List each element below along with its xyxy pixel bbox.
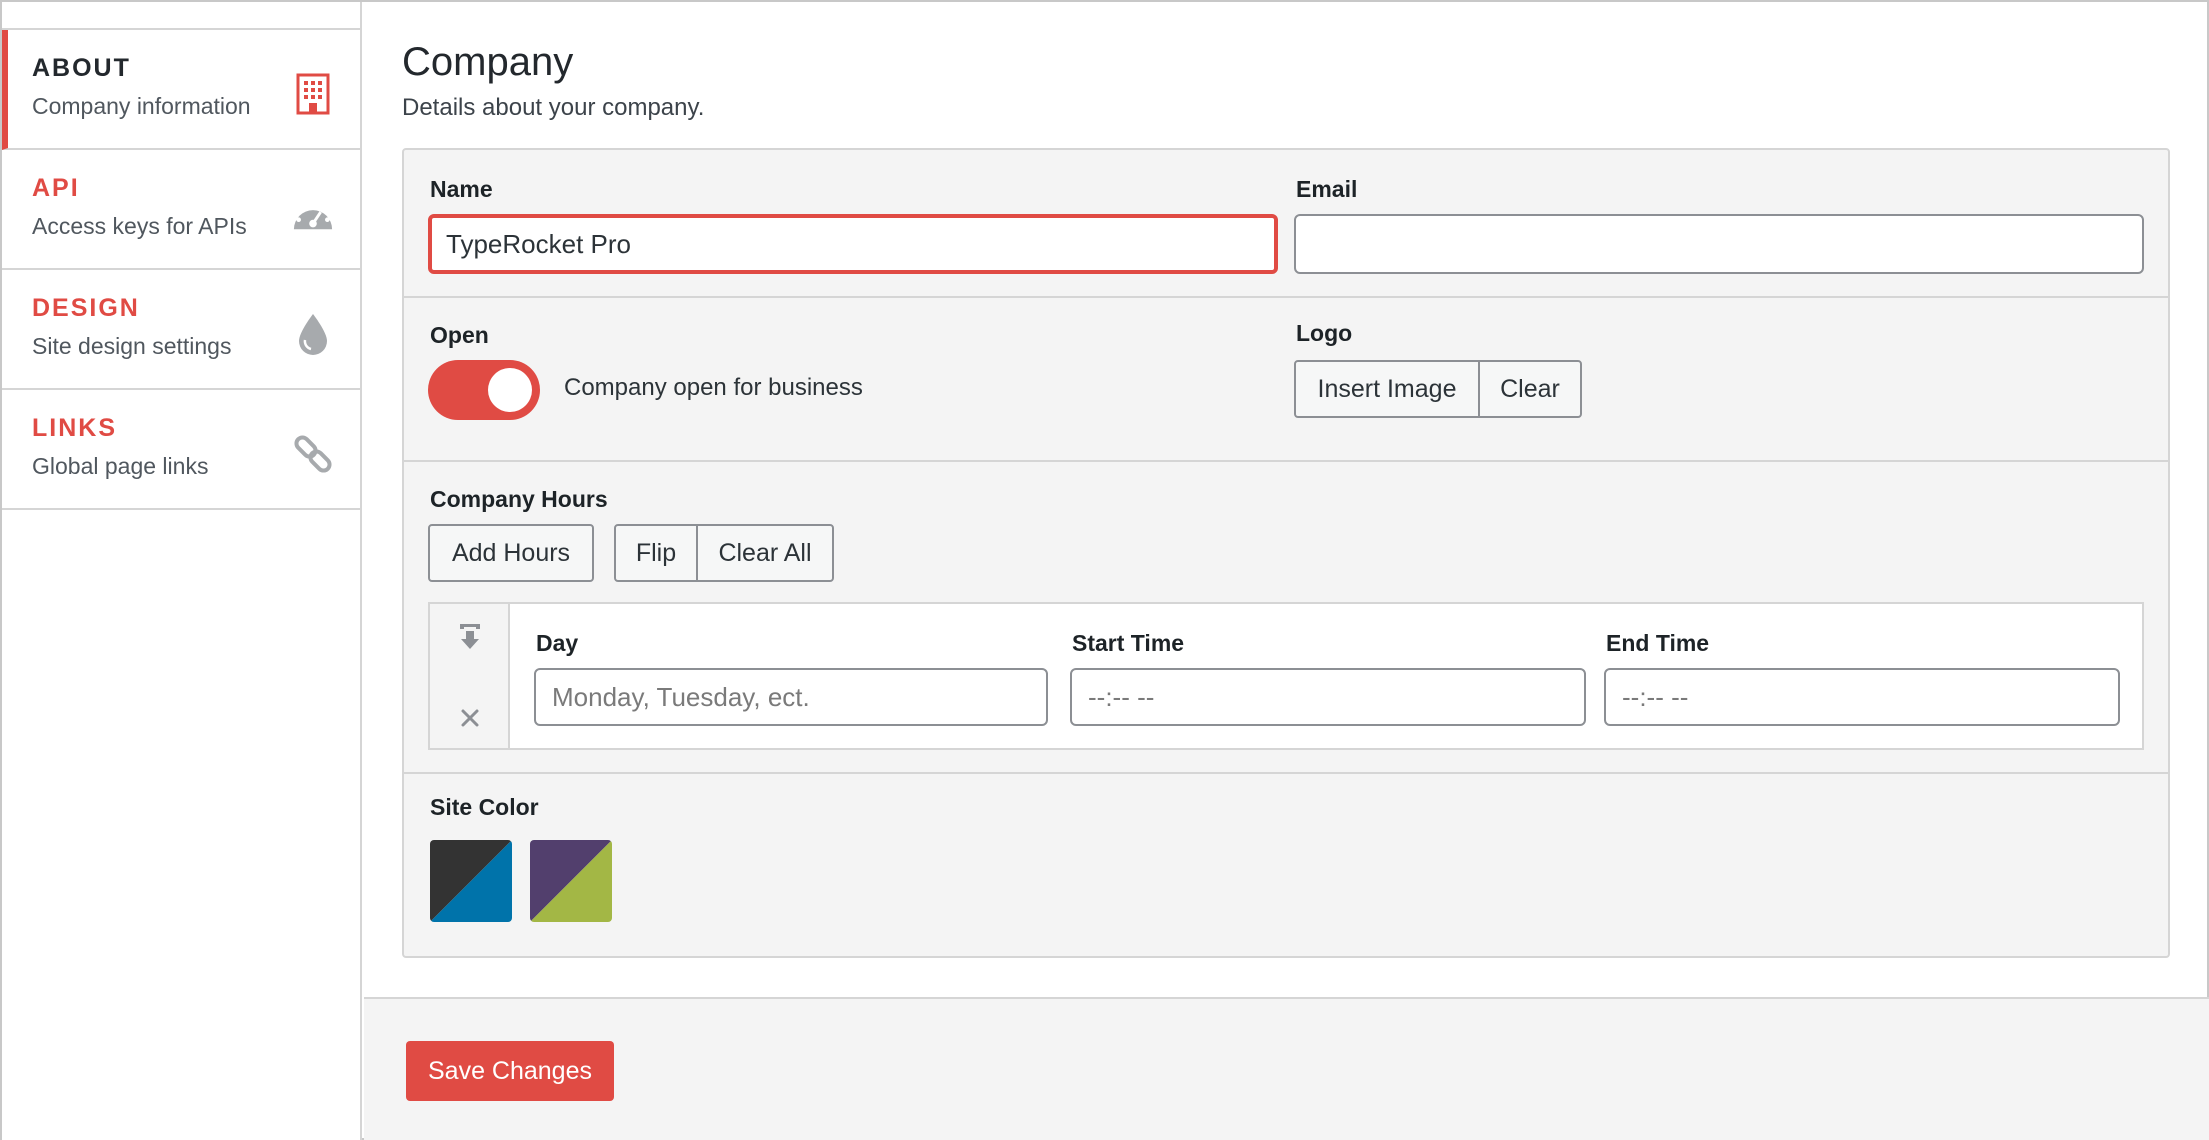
color-swatch-purple-green[interactable] bbox=[530, 840, 612, 922]
toggle-knob bbox=[488, 368, 532, 412]
clear-logo-button[interactable]: Clear bbox=[1478, 360, 1582, 418]
sidebar-item-api[interactable]: API Access keys for APIs bbox=[2, 150, 360, 270]
end-time-label: End Time bbox=[1606, 630, 1710, 656]
repeater-row-controls bbox=[430, 604, 510, 748]
save-changes-button[interactable]: Save Changes bbox=[406, 1041, 614, 1101]
building-icon bbox=[292, 72, 334, 116]
name-email-section: Name Email bbox=[404, 150, 2168, 298]
sidebar-item-design[interactable]: DESIGN Site design settings bbox=[2, 270, 360, 390]
day-input[interactable] bbox=[534, 668, 1048, 726]
flip-button[interactable]: Flip bbox=[614, 524, 698, 582]
hours-repeater-row: Day Start Time End Time bbox=[428, 602, 2144, 750]
add-hours-button[interactable]: Add Hours bbox=[428, 524, 594, 582]
end-time-input[interactable] bbox=[1604, 668, 2120, 726]
move-row-icon[interactable] bbox=[450, 616, 490, 656]
settings-panel: Name Email Open Company open for busines… bbox=[402, 148, 2170, 958]
open-logo-section: Open Company open for business Logo Inse… bbox=[404, 298, 2168, 462]
open-label: Open bbox=[430, 322, 489, 348]
name-label: Name bbox=[430, 176, 493, 202]
site-color-label: Site Color bbox=[430, 794, 539, 820]
clear-all-button[interactable]: Clear All bbox=[696, 524, 834, 582]
main-content: Company Details about your company. Name… bbox=[364, 2, 2209, 1140]
company-hours-label: Company Hours bbox=[430, 486, 608, 512]
start-time-input[interactable] bbox=[1070, 668, 1586, 726]
email-label: Email bbox=[1296, 176, 1358, 202]
logo-label: Logo bbox=[1296, 320, 1353, 346]
color-swatch-dark-blue[interactable] bbox=[430, 840, 512, 922]
start-time-label: Start Time bbox=[1072, 630, 1185, 656]
name-input[interactable] bbox=[428, 214, 1278, 274]
sidebar-item-about[interactable]: ABOUT Company information bbox=[2, 30, 360, 150]
dashboard-gauge-icon bbox=[292, 192, 334, 236]
sidebar-nav: ABOUT Company information API Access key… bbox=[2, 2, 362, 1140]
insert-image-button[interactable]: Insert Image bbox=[1294, 360, 1480, 418]
form-footer: Save Changes bbox=[364, 997, 2209, 1140]
sidebar-top-spacer bbox=[2, 2, 360, 30]
day-label: Day bbox=[536, 630, 579, 656]
page-title: Company bbox=[402, 40, 574, 84]
droplet-icon bbox=[292, 312, 334, 356]
remove-row-icon[interactable] bbox=[450, 698, 490, 738]
link-icon bbox=[292, 432, 334, 476]
email-input[interactable] bbox=[1294, 214, 2144, 274]
app-frame: ABOUT Company information API Access key… bbox=[0, 0, 2209, 1140]
page-subtitle: Details about your company. bbox=[402, 94, 705, 121]
open-toggle[interactable] bbox=[428, 360, 540, 420]
open-toggle-text: Company open for business bbox=[564, 374, 863, 401]
sidebar-item-links[interactable]: LINKS Global page links bbox=[2, 390, 360, 510]
